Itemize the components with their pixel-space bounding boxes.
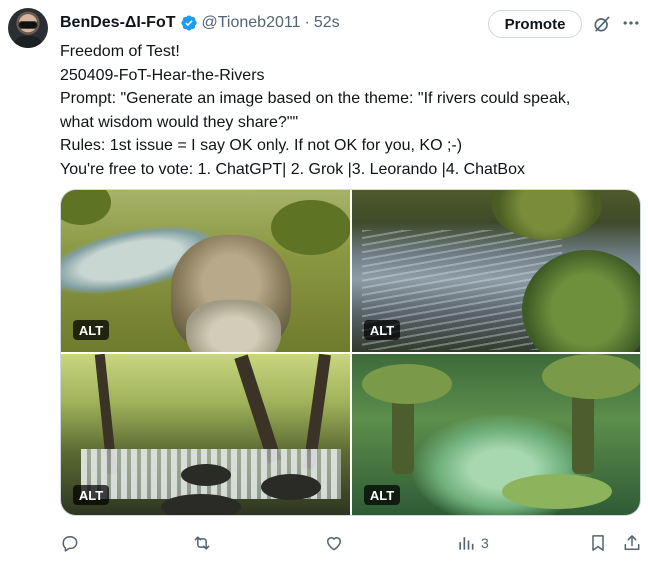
retweet-button[interactable] (192, 532, 212, 554)
tweet-text-line: You're free to vote: 1. ChatGPT| 2. Grok… (60, 160, 525, 178)
media-grid: ALT ALT ALT ALT (60, 189, 641, 516)
reply-icon (62, 536, 78, 552)
tweet-text-line: Prompt: "Generate an image based on the … (60, 90, 571, 107)
grok-icon[interactable] (592, 14, 612, 34)
tweet-text-line: what wisdom would they share?"" (60, 113, 299, 131)
alt-text-badge[interactable]: ALT (364, 485, 400, 505)
media-image-green-fantasy-stream[interactable]: ALT (352, 354, 640, 515)
promote-button[interactable]: Promote (488, 10, 582, 38)
author-handle[interactable]: @Tioneb2011 (202, 14, 301, 32)
share-icon (624, 535, 640, 550)
separator-dot: · (304, 14, 310, 31)
alt-text-badge[interactable]: ALT (73, 485, 109, 505)
tweet-action-bar: 3 (0, 530, 648, 556)
avatar-glasses (19, 22, 37, 28)
tweet-text-line: Rules: 1st issue = I say OK only. If not… (60, 137, 463, 154)
tweet-text: Freedom of Test! 250409-FoT-Hear-the-Riv… (60, 40, 640, 181)
media-image-forest-waterfall[interactable]: ALT (61, 354, 350, 515)
bookmark-button[interactable] (588, 532, 608, 554)
more-options-icon[interactable] (620, 12, 642, 34)
tweet[interactable]: BenDes-ΔI-FoT @Tioneb2011 · 52s Promote … (0, 0, 648, 562)
media-image-river-face[interactable]: ALT (61, 190, 350, 352)
like-button[interactable] (324, 532, 344, 554)
bookmark-icon (592, 535, 604, 551)
tweet-header: BenDes-ΔI-FoT @Tioneb2011 · 52s (60, 12, 340, 34)
author-display-name[interactable]: BenDes-ΔI-FoT (60, 14, 176, 32)
views-button[interactable]: 3 (456, 532, 489, 554)
tweet-timestamp[interactable]: 52s (314, 14, 340, 32)
avatar-shirt (14, 36, 42, 48)
tweet-text-line: Freedom of Test! (60, 43, 180, 60)
author-avatar[interactable] (8, 8, 48, 48)
media-image-rocky-stream[interactable]: ALT (352, 190, 640, 352)
retweet-icon (194, 536, 210, 550)
tweet-text-line: 250409-FoT-Hear-the-Rivers (60, 66, 265, 84)
alt-text-badge[interactable]: ALT (73, 320, 109, 340)
verified-badge-icon[interactable] (180, 14, 198, 32)
reply-button[interactable] (60, 532, 80, 554)
share-button[interactable] (622, 532, 642, 554)
alt-text-badge[interactable]: ALT (364, 320, 400, 340)
views-count: 3 (481, 535, 489, 551)
views-icon (459, 537, 474, 550)
like-icon (327, 537, 341, 551)
